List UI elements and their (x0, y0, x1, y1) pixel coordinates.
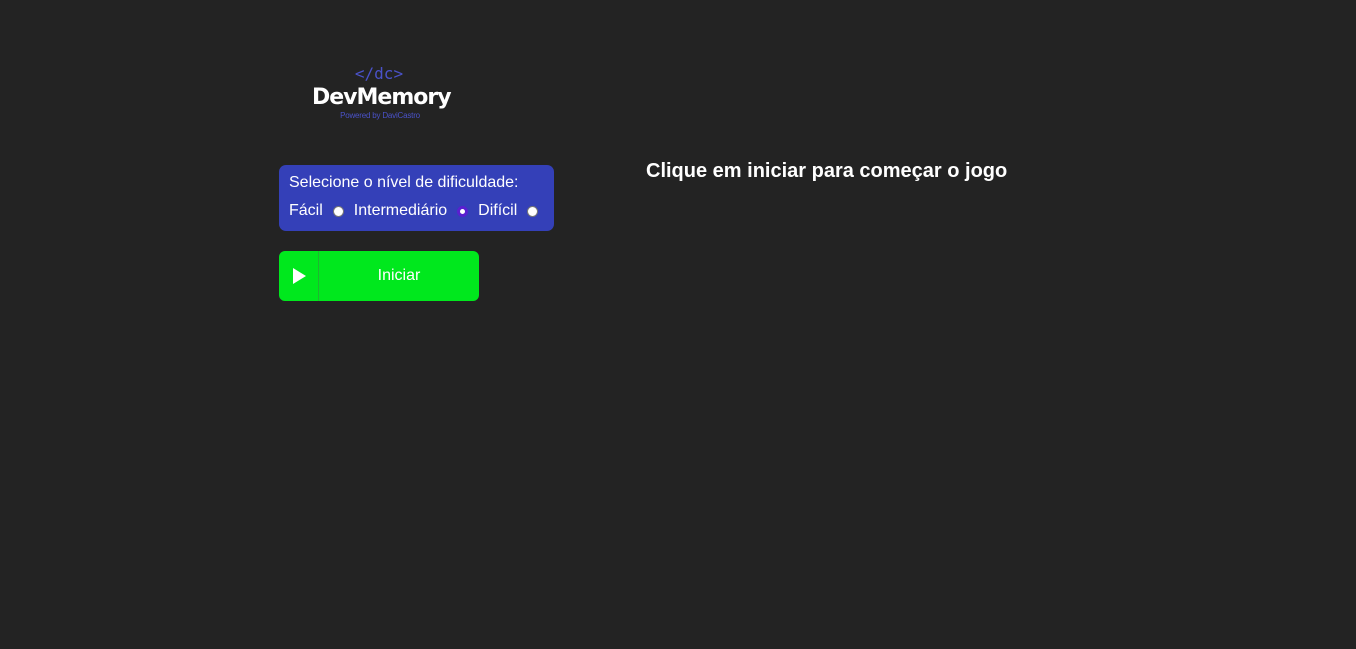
difficulty-option-facil[interactable]: Fácil (289, 202, 344, 220)
difficulty-option-label: Difícil (478, 202, 518, 219)
radio-facil[interactable] (332, 205, 344, 217)
difficulty-panel: Selecione o nível de dificuldade: Fácil … (279, 165, 554, 231)
radio-dificil[interactable] (527, 205, 539, 217)
difficulty-option-label: Intermediário (353, 202, 448, 219)
play-icon (293, 268, 306, 284)
difficulty-option-dificil[interactable]: Difícil (478, 202, 539, 220)
start-button-label: Iniciar (377, 267, 421, 284)
start-icon-container (279, 251, 319, 301)
radio-intermediario[interactable] (457, 205, 469, 217)
start-button[interactable]: Iniciar (279, 251, 479, 301)
logo-subtitle: Powered by DaviCastro (340, 111, 420, 120)
difficulty-option-label: Fácil (289, 202, 323, 219)
logo-title: DevMemory (312, 85, 452, 110)
difficulty-option-intermediario[interactable]: Intermediário (353, 202, 469, 220)
game-page: </dc> DevMemory Powered by DaviCastro Se… (0, 0, 1356, 649)
logo: </dc> DevMemory Powered by DaviCastro (312, 64, 452, 124)
logo-mark: </dc> (354, 64, 404, 83)
difficulty-options: Fácil Intermediário Difícil (289, 202, 544, 220)
difficulty-title: Selecione o nível de dificuldade: (289, 174, 519, 191)
game-message: Clique em iniciar para começar o jogo (646, 160, 1008, 182)
